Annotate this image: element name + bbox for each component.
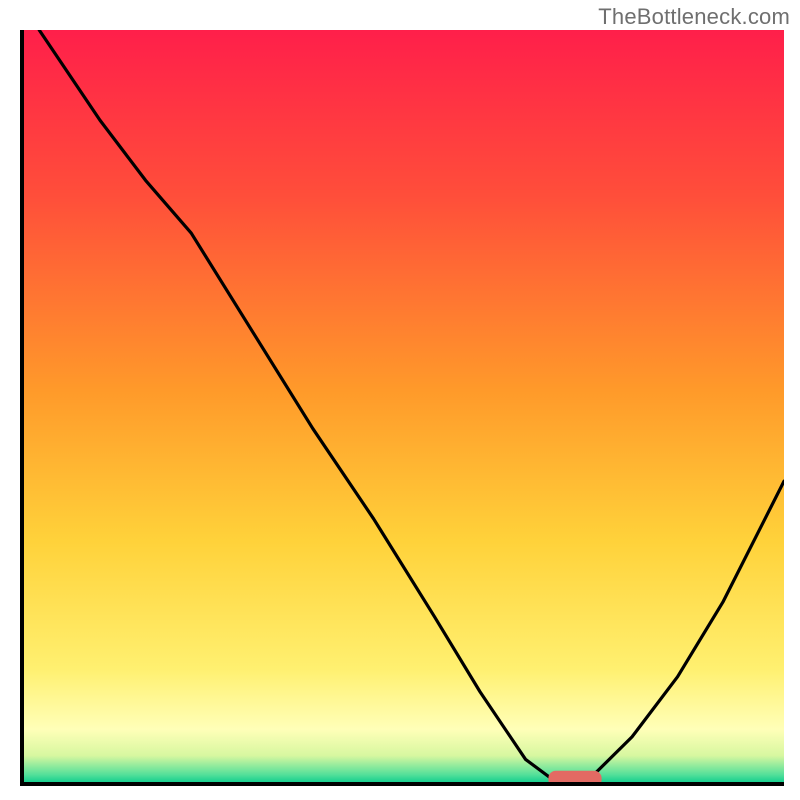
gradient-backdrop — [24, 30, 784, 782]
plot-svg — [24, 30, 784, 782]
optimal-range-marker — [548, 771, 601, 782]
watermark-text: TheBottleneck.com — [598, 4, 790, 30]
plot-area — [20, 30, 784, 786]
